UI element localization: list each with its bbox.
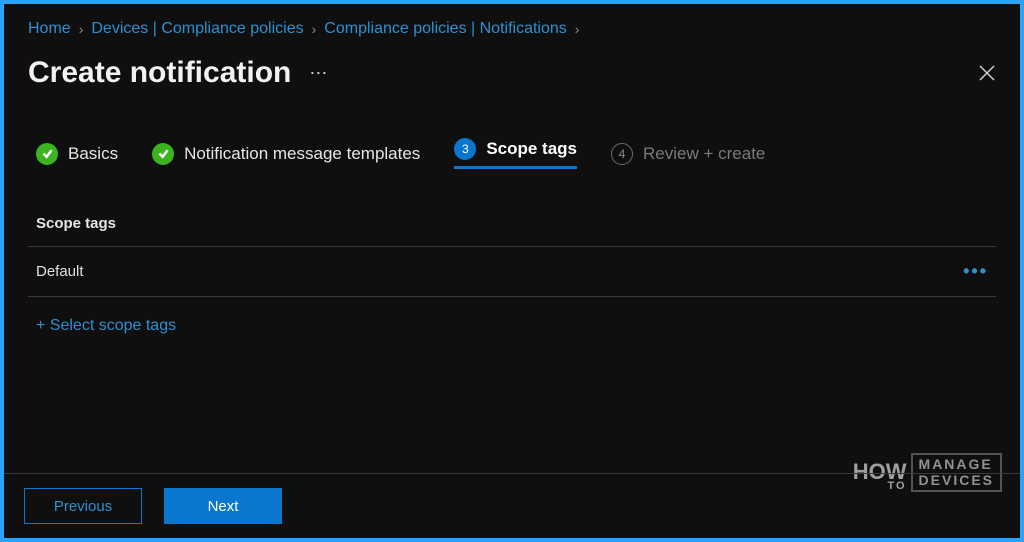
step-review-create[interactable]: 4 Review + create xyxy=(611,143,765,165)
more-actions-icon[interactable]: ⋯ xyxy=(309,63,329,84)
close-icon xyxy=(978,64,996,82)
chevron-right-icon: › xyxy=(312,21,317,37)
breadcrumb-notifications[interactable]: Compliance policies | Notifications xyxy=(324,20,566,38)
breadcrumb-devices[interactable]: Devices | Compliance policies xyxy=(91,20,303,38)
step-scope-tags[interactable]: 3 Scope tags xyxy=(454,138,577,169)
page-header: Create notification ⋯ xyxy=(28,56,996,90)
scope-tag-label: Default xyxy=(36,263,84,280)
step-label: Scope tags xyxy=(486,139,577,159)
step-number-badge: 3 xyxy=(454,138,476,160)
close-button[interactable] xyxy=(978,64,996,82)
check-icon xyxy=(152,143,174,165)
select-scope-tags-link[interactable]: + Select scope tags xyxy=(36,317,176,335)
row-more-actions[interactable]: ••• xyxy=(963,261,988,282)
check-icon xyxy=(36,143,58,165)
chevron-right-icon: › xyxy=(79,21,84,37)
next-button[interactable]: Next xyxy=(164,488,282,524)
section-heading: Scope tags xyxy=(36,215,996,232)
step-templates[interactable]: Notification message templates xyxy=(152,143,420,165)
breadcrumb: Home › Devices | Compliance policies › C… xyxy=(28,20,996,38)
wizard-stepper: Basics Notification message templates 3 … xyxy=(36,138,996,169)
step-number-badge: 4 xyxy=(611,143,633,165)
step-label: Basics xyxy=(68,144,118,164)
step-label: Review + create xyxy=(643,144,765,164)
watermark-line1: MANAGE xyxy=(919,457,994,472)
wizard-footer: Previous Next xyxy=(4,473,1020,538)
step-label: Notification message templates xyxy=(184,144,420,164)
step-basics[interactable]: Basics xyxy=(36,143,118,165)
chevron-right-icon: › xyxy=(575,21,580,37)
divider xyxy=(28,296,996,297)
breadcrumb-home[interactable]: Home xyxy=(28,20,71,38)
scope-tag-row: Default ••• xyxy=(28,247,996,296)
page-title: Create notification xyxy=(28,56,291,90)
previous-button[interactable]: Previous xyxy=(24,488,142,524)
